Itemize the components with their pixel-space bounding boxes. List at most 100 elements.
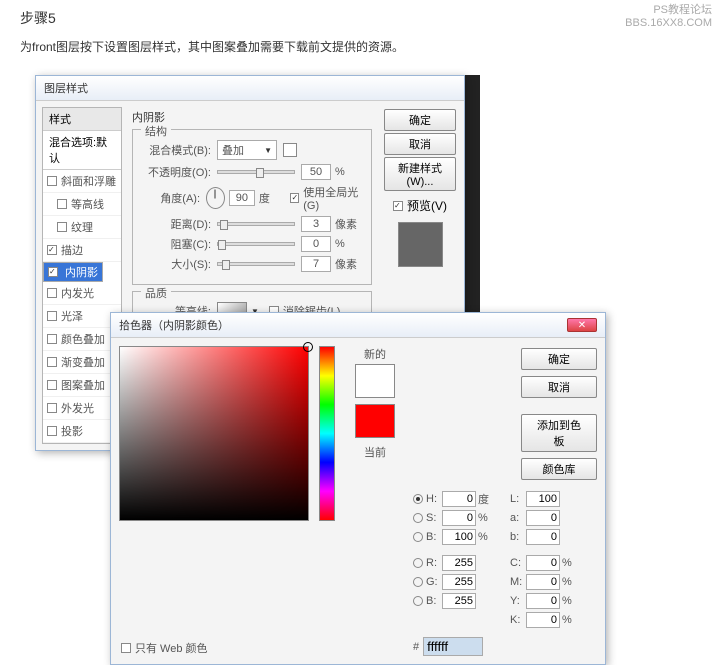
a-input[interactable] bbox=[526, 510, 560, 526]
preview-checkbox[interactable] bbox=[393, 201, 403, 211]
style-item-斜面和浮雕[interactable]: 斜面和浮雕 bbox=[43, 170, 121, 193]
size-label: 大小(S): bbox=[141, 256, 211, 272]
angle-dial[interactable] bbox=[206, 187, 225, 209]
add-swatch-button[interactable]: 添加到色板 bbox=[521, 414, 597, 452]
style-item-checkbox[interactable] bbox=[47, 288, 57, 298]
bl-input[interactable] bbox=[442, 593, 476, 609]
bl-radio[interactable] bbox=[413, 596, 423, 606]
blend-options-item[interactable]: 混合选项:默认 bbox=[43, 131, 121, 170]
style-item-label: 内阴影 bbox=[65, 264, 98, 280]
style-item-内发光[interactable]: 内发光 bbox=[43, 282, 121, 305]
h-radio[interactable] bbox=[413, 494, 423, 504]
style-item-checkbox[interactable] bbox=[47, 426, 57, 436]
style-item-label: 外发光 bbox=[61, 400, 94, 416]
new-style-button[interactable]: 新建样式(W)... bbox=[384, 157, 456, 191]
style-item-label: 描边 bbox=[61, 242, 83, 258]
s-radio[interactable] bbox=[413, 513, 423, 523]
style-item-label: 等高线 bbox=[71, 196, 104, 212]
blend-mode-label: 混合模式(B): bbox=[141, 142, 211, 158]
blend-mode-select[interactable]: 叠加▼ bbox=[217, 140, 277, 160]
watermark-l1: PS教程论坛 bbox=[625, 4, 712, 17]
new-color-swatch bbox=[355, 364, 395, 398]
style-item-checkbox[interactable] bbox=[47, 357, 57, 367]
g-radio[interactable] bbox=[413, 577, 423, 587]
size-slider[interactable] bbox=[217, 262, 295, 266]
dialog-title-text: 图层样式 bbox=[44, 80, 88, 96]
dropdown-arrow-icon: ▼ bbox=[264, 146, 272, 155]
size-unit: 像素 bbox=[335, 256, 363, 272]
style-item-label: 内发光 bbox=[61, 285, 94, 301]
step-heading: 步骤5 bbox=[0, 0, 720, 32]
style-item-label: 颜色叠加 bbox=[61, 331, 105, 347]
current-color-swatch[interactable] bbox=[355, 404, 395, 438]
choke-slider[interactable] bbox=[217, 242, 295, 246]
style-item-label: 渐变叠加 bbox=[61, 354, 105, 370]
color-ok-button[interactable]: 确定 bbox=[521, 348, 597, 370]
l-input[interactable] bbox=[526, 491, 560, 507]
r-radio[interactable] bbox=[413, 558, 423, 568]
color-lib-button[interactable]: 颜色库 bbox=[521, 458, 597, 480]
global-light-checkbox[interactable] bbox=[290, 193, 299, 203]
angle-input[interactable]: 90 bbox=[229, 190, 255, 206]
choke-input[interactable]: 0 bbox=[301, 236, 331, 252]
opacity-input[interactable]: 50 bbox=[301, 164, 331, 180]
color-cancel-button[interactable]: 取消 bbox=[521, 376, 597, 398]
hex-input[interactable] bbox=[423, 637, 483, 656]
r-input[interactable] bbox=[442, 555, 476, 571]
web-colors-label: 只有 Web 颜色 bbox=[135, 640, 208, 656]
b-input[interactable] bbox=[442, 529, 476, 545]
style-item-checkbox[interactable] bbox=[47, 311, 57, 321]
style-item-checkbox[interactable] bbox=[47, 176, 57, 186]
shadow-color-swatch[interactable] bbox=[283, 143, 297, 157]
color-cursor-icon bbox=[303, 342, 313, 352]
distance-label: 距离(D): bbox=[141, 216, 211, 232]
ok-button[interactable]: 确定 bbox=[384, 109, 456, 131]
g-input[interactable] bbox=[442, 574, 476, 590]
angle-unit: 度 bbox=[259, 190, 283, 206]
quality-label: 品质 bbox=[141, 285, 171, 301]
angle-label: 角度(A): bbox=[141, 190, 200, 206]
style-item-checkbox[interactable] bbox=[47, 334, 57, 344]
style-item-label: 纹理 bbox=[71, 219, 93, 235]
dialog-titlebar[interactable]: 图层样式 bbox=[36, 76, 464, 101]
style-item-label: 光泽 bbox=[61, 308, 83, 324]
style-item-等高线[interactable]: 等高线 bbox=[43, 193, 121, 216]
style-item-checkbox[interactable] bbox=[47, 403, 57, 413]
color-field[interactable] bbox=[119, 346, 309, 521]
style-item-checkbox[interactable] bbox=[57, 199, 67, 209]
choke-unit: % bbox=[335, 238, 363, 250]
close-icon[interactable]: ✕ bbox=[567, 318, 597, 332]
cancel-button[interactable]: 取消 bbox=[384, 133, 456, 155]
web-colors-checkbox[interactable] bbox=[121, 643, 131, 653]
style-item-label: 斜面和浮雕 bbox=[61, 173, 116, 189]
h-input[interactable] bbox=[442, 491, 476, 507]
style-item-checkbox[interactable] bbox=[47, 245, 57, 255]
y-input[interactable] bbox=[526, 593, 560, 609]
lab-b-input[interactable] bbox=[526, 529, 560, 545]
style-item-checkbox[interactable] bbox=[57, 222, 67, 232]
choke-label: 阻塞(C): bbox=[141, 236, 211, 252]
color-dialog-titlebar[interactable]: 拾色器（内阴影颜色） ✕ bbox=[111, 313, 605, 338]
style-list-header[interactable]: 样式 bbox=[43, 108, 121, 131]
distance-unit: 像素 bbox=[335, 216, 363, 232]
distance-slider[interactable] bbox=[217, 222, 295, 226]
opacity-label: 不透明度(O): bbox=[141, 164, 211, 180]
hue-slider[interactable] bbox=[319, 346, 335, 521]
current-color-label: 当前 bbox=[345, 444, 405, 460]
opacity-slider[interactable] bbox=[217, 170, 295, 174]
k-input[interactable] bbox=[526, 612, 560, 628]
style-item-checkbox[interactable] bbox=[48, 267, 58, 277]
distance-input[interactable]: 3 bbox=[301, 216, 331, 232]
global-light-label: 使用全局光(G) bbox=[303, 184, 363, 212]
s-input[interactable] bbox=[442, 510, 476, 526]
m-input[interactable] bbox=[526, 574, 560, 590]
color-dialog-title: 拾色器（内阴影颜色） bbox=[119, 317, 229, 333]
style-item-内阴影[interactable]: 内阴影 bbox=[43, 262, 103, 282]
style-item-描边[interactable]: 描边 bbox=[43, 239, 121, 262]
watermark: PS教程论坛 BBS.16XX8.COM bbox=[625, 4, 712, 30]
style-item-checkbox[interactable] bbox=[47, 380, 57, 390]
size-input[interactable]: 7 bbox=[301, 256, 331, 272]
c-input[interactable] bbox=[526, 555, 560, 571]
color-picker-dialog: 拾色器（内阴影颜色） ✕ 新的 当前 确定 取消 添加到色板 颜色库 H:度 S… bbox=[110, 312, 606, 665]
style-item-纹理[interactable]: 纹理 bbox=[43, 216, 121, 239]
